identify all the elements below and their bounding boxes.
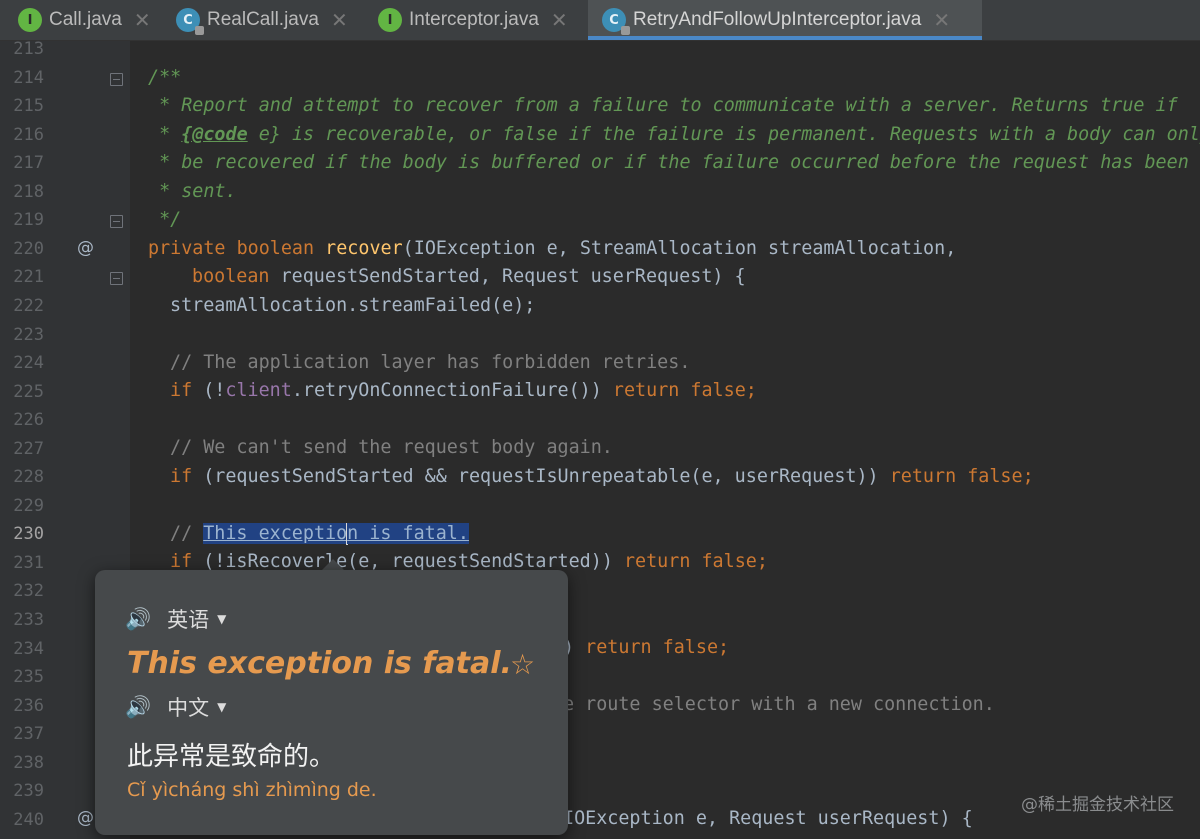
- code-line-240-partial: IOException e, Request userRequest) {: [563, 808, 973, 829]
- target-language-selector[interactable]: 🔊 中文 ▼: [125, 692, 226, 722]
- line-number[interactable]: 215: [8, 96, 44, 116]
- code-line-219: */: [148, 209, 182, 230]
- source-language-label[interactable]: 英语: [167, 604, 209, 634]
- source-text: This exception is fatal.: [127, 646, 512, 681]
- close-icon[interactable]: ✕: [134, 8, 151, 32]
- line-number[interactable]: 234: [8, 639, 44, 659]
- code-line-215: * Report and attempt to recover from a f…: [148, 95, 1178, 116]
- line-number[interactable]: 225: [8, 382, 44, 402]
- code-line-231: if (!isRecoverle(e, requestSendStarted))…: [170, 551, 768, 572]
- fold-collapse-icon[interactable]: [110, 272, 123, 285]
- code-line-234-partial: ) return false;: [563, 637, 730, 658]
- watermark: @稀土掘金技术社区: [1021, 795, 1174, 815]
- line-number[interactable]: 224: [8, 353, 44, 373]
- code-line-225: if (!client.retryOnConnectionFailure()) …: [170, 380, 757, 401]
- code-line-227: // We can't send the request body again.: [170, 437, 613, 458]
- code-line-217: * be recovered if the body is buffered o…: [148, 152, 1189, 173]
- line-number[interactable]: 236: [8, 696, 44, 716]
- tab-label: Interceptor.java: [409, 9, 539, 30]
- selected-text[interactable]: n is fatal.: [347, 523, 469, 544]
- editor-tab-bar: I Call.java ✕ C RealCall.java ✕ I Interc…: [0, 0, 1200, 41]
- interface-icon: I: [18, 8, 42, 32]
- code-line-230: // This exception is fatal.: [170, 523, 469, 545]
- interface-icon: I: [378, 8, 402, 32]
- line-number[interactable]: 240: [8, 810, 44, 830]
- source-language-selector[interactable]: 🔊 英语 ▼: [125, 604, 226, 634]
- code-line-216: * {@code e} is recoverable, or false if …: [148, 124, 1200, 145]
- fold-collapse-icon[interactable]: [110, 73, 123, 86]
- line-number[interactable]: 214: [8, 68, 44, 88]
- line-number[interactable]: 220: [8, 239, 44, 259]
- line-number[interactable]: 227: [8, 439, 44, 459]
- override-gutter-icon[interactable]: @: [77, 238, 94, 258]
- line-number[interactable]: 221: [8, 267, 44, 287]
- line-number[interactable]: 216: [8, 125, 44, 145]
- line-number[interactable]: 223: [8, 325, 44, 345]
- line-number[interactable]: 229: [8, 496, 44, 516]
- code-line-222: streamAllocation.streamFailed(e);: [170, 295, 536, 316]
- code-line-228: if (requestSendStarted && requestIsUnrep…: [170, 466, 1034, 487]
- pinyin-text: Cǐ yìcháng shì zhìmìng de.: [127, 779, 377, 801]
- method-name[interactable]: recover: [325, 238, 403, 259]
- code-line-221: boolean requestSendStarted, Request user…: [192, 266, 746, 287]
- tab-realcall-java[interactable]: C RealCall.java ✕: [160, 0, 362, 40]
- code-line-214: /**: [148, 67, 182, 88]
- line-number[interactable]: 228: [8, 467, 44, 487]
- code-line-218: * sent.: [148, 181, 237, 202]
- speaker-icon[interactable]: 🔊: [125, 695, 151, 720]
- line-number[interactable]: 235: [8, 667, 44, 687]
- selected-text[interactable]: This exceptio: [203, 523, 348, 544]
- tab-retryandfollowupinterceptor-java[interactable]: C RetryAndFollowUpInterceptor.java ✕: [588, 0, 982, 40]
- fold-collapse-icon[interactable]: [110, 215, 123, 228]
- chevron-down-icon[interactable]: ▼: [217, 612, 226, 626]
- tab-label: RetryAndFollowUpInterceptor.java: [633, 9, 922, 30]
- line-number[interactable]: 222: [8, 296, 44, 316]
- line-number[interactable]: 233: [8, 610, 44, 630]
- line-number[interactable]: 239: [8, 781, 44, 801]
- chevron-down-icon[interactable]: ▼: [217, 700, 226, 714]
- close-icon[interactable]: ✕: [331, 8, 348, 32]
- close-icon[interactable]: ✕: [551, 8, 568, 32]
- close-icon[interactable]: ✕: [933, 8, 950, 32]
- line-number[interactable]: 217: [8, 153, 44, 173]
- translation-popup[interactable]: 🔊 英语 ▼ This exception is fatal. ☆ 🔊 中文 ▼…: [95, 570, 568, 835]
- line-number[interactable]: 226: [8, 410, 44, 430]
- line-number[interactable]: 218: [8, 182, 44, 202]
- class-icon: C: [176, 8, 204, 35]
- tab-label: Call.java: [49, 9, 122, 30]
- line-number[interactable]: 232: [8, 581, 44, 601]
- speaker-icon[interactable]: 🔊: [125, 607, 151, 632]
- tab-call-java[interactable]: I Call.java ✕: [0, 0, 158, 40]
- line-number[interactable]: 219: [8, 210, 44, 230]
- javadoc-code-tag: {@code: [181, 124, 248, 145]
- line-number[interactable]: 230: [8, 524, 44, 544]
- line-number[interactable]: 237: [8, 724, 44, 744]
- star-icon[interactable]: ☆: [510, 648, 535, 681]
- tab-label: RealCall.java: [207, 9, 319, 30]
- class-icon: C: [602, 8, 630, 35]
- target-language-label[interactable]: 中文: [167, 692, 209, 722]
- override-gutter-icon[interactable]: @: [77, 808, 94, 828]
- code-line-224: // The application layer has forbidden r…: [170, 352, 691, 373]
- line-number[interactable]: 238: [8, 753, 44, 773]
- code-line-236-partial: e route selector with a new connection.: [563, 694, 995, 715]
- tab-interceptor-java[interactable]: I Interceptor.java ✕: [364, 0, 586, 40]
- code-line-220: private boolean recover(IOException e, S…: [148, 238, 957, 259]
- translation-text: 此异常是致命的。: [127, 742, 336, 772]
- line-number[interactable]: 213: [8, 39, 44, 59]
- line-number[interactable]: 231: [8, 553, 44, 573]
